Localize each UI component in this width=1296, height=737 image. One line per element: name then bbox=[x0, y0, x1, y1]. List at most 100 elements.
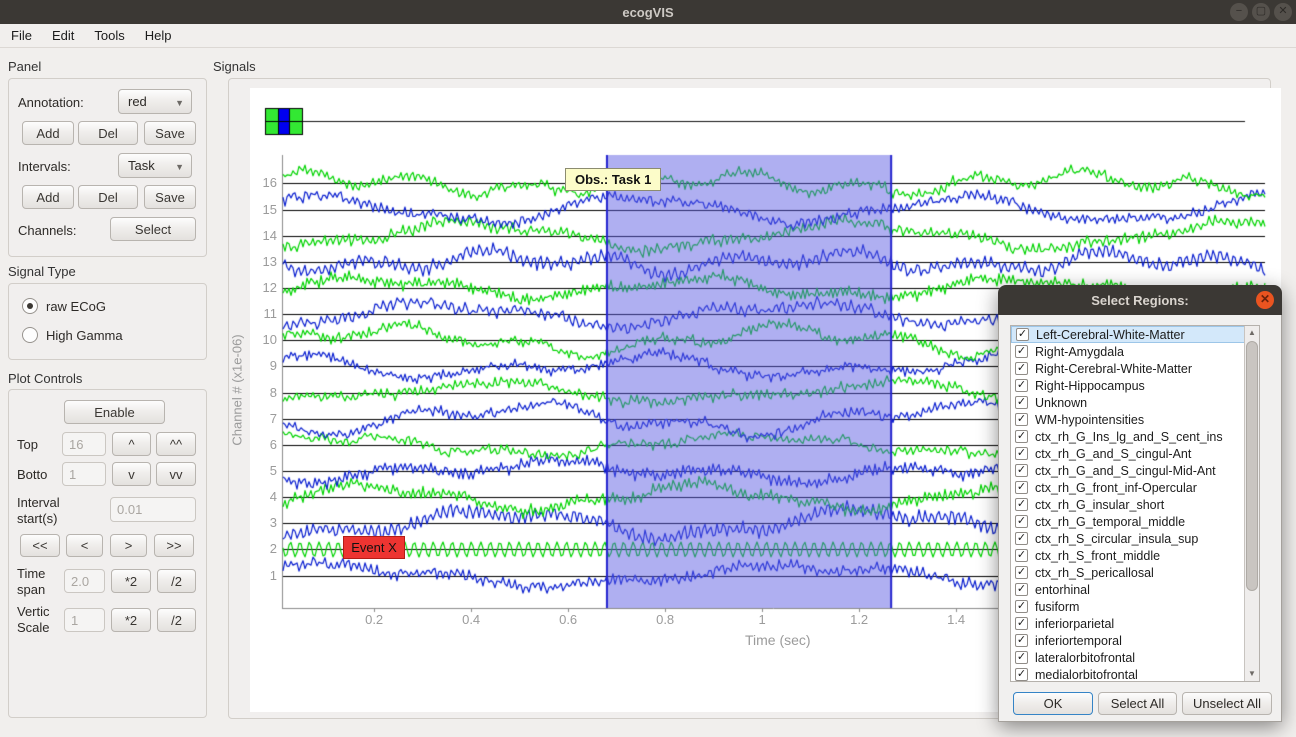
radio-high-gamma[interactable] bbox=[22, 327, 38, 343]
region-list-item[interactable]: ✓Right-Cerebral-White-Matter bbox=[1011, 360, 1259, 377]
region-list-item[interactable]: ✓ ctx_rh_G_and_S_cingul-Mid-Ant bbox=[1011, 462, 1259, 479]
checkbox-icon[interactable]: ✓ bbox=[1016, 328, 1029, 341]
unselect-all-button[interactable]: Unselect All bbox=[1182, 692, 1272, 715]
checkbox-icon[interactable]: ✓ bbox=[1015, 430, 1028, 443]
region-list-item[interactable]: ✓ lateralorbitofrontal bbox=[1011, 649, 1259, 666]
checkbox-icon[interactable]: ✓ bbox=[1015, 498, 1028, 511]
checkbox-icon[interactable]: ✓ bbox=[1015, 583, 1028, 596]
plot-controls-section-label: Plot Controls bbox=[8, 371, 82, 386]
region-list-item[interactable]: ✓ctx_rh_G_Ins_lg_and_S_cent_ins bbox=[1011, 428, 1259, 445]
checkbox-icon[interactable]: ✓ bbox=[1015, 362, 1028, 375]
region-list-item[interactable]: ✓ctx_rh_S_circular_insula_sup bbox=[1011, 530, 1259, 547]
checkbox-icon[interactable]: ✓ bbox=[1015, 600, 1028, 613]
checkbox-icon[interactable]: ✓ bbox=[1015, 634, 1028, 647]
region-name: entorhinal bbox=[1035, 583, 1090, 597]
time-span-half-button[interactable]: /2 bbox=[157, 569, 196, 593]
step-back-button[interactable]: < bbox=[66, 534, 103, 557]
region-list-item[interactable]: ✓Right-Hippocampus bbox=[1011, 377, 1259, 394]
checkbox-icon[interactable]: ✓ bbox=[1015, 481, 1028, 494]
maximize-icon[interactable]: ▢ bbox=[1252, 3, 1270, 21]
save-button[interactable]: Save bbox=[144, 121, 196, 145]
scroll-up-icon[interactable]: ▲ bbox=[1245, 326, 1259, 340]
checkbox-icon[interactable]: ✓ bbox=[1015, 464, 1028, 477]
region-name: Left-Cerebral-White-Matter bbox=[1036, 328, 1185, 342]
region-list-item[interactable]: ✓ctx_rh_G_and_S_cingul-Ant bbox=[1011, 445, 1259, 462]
region-name: ctx_rh_G_temporal_middle bbox=[1035, 515, 1185, 529]
region-name: ctx_rh_G_and_S_cingul-Mid-Ant bbox=[1035, 464, 1216, 478]
checkbox-icon[interactable]: ✓ bbox=[1015, 345, 1028, 358]
dialog-titlebar[interactable]: Select Regions: ✕ bbox=[998, 285, 1282, 315]
channel-up-page-button[interactable]: ^^ bbox=[156, 432, 196, 456]
channel-up-button[interactable]: ^ bbox=[112, 432, 151, 456]
region-list-item[interactable]: ✓ entorhinal bbox=[1011, 581, 1259, 598]
y-tick-label: 12 bbox=[247, 280, 277, 295]
step-forward-button[interactable]: > bbox=[110, 534, 147, 557]
checkbox-icon[interactable]: ✓ bbox=[1015, 532, 1028, 545]
add-button[interactable]: Add bbox=[22, 185, 74, 209]
add-button[interactable]: Add bbox=[22, 121, 74, 145]
region-list-item[interactable]: ✓ ctx_rh_G_temporal_middle bbox=[1011, 513, 1259, 530]
checkbox-icon[interactable]: ✓ bbox=[1015, 379, 1028, 392]
region-list-item[interactable]: ✓Unknown bbox=[1011, 394, 1259, 411]
time-span-double-button[interactable]: *2 bbox=[111, 569, 151, 593]
region-list-item[interactable]: ✓Right-Amygdala bbox=[1011, 343, 1259, 360]
page-forward-button[interactable]: >> bbox=[154, 534, 194, 557]
ok-button[interactable]: OK bbox=[1013, 692, 1093, 715]
interval-start-input[interactable]: 0.01 bbox=[110, 497, 196, 522]
top-input[interactable]: 16 bbox=[62, 432, 106, 456]
region-list-item[interactable]: ✓ctx_rh_G_insular_short bbox=[1011, 496, 1259, 513]
minimize-icon[interactable]: − bbox=[1230, 3, 1248, 21]
region-name: WM-hypointensities bbox=[1035, 413, 1144, 427]
region-name: lateralorbitofrontal bbox=[1035, 651, 1135, 665]
region-list-item[interactable]: ✓inferiorparietal bbox=[1011, 615, 1259, 632]
radio-raw-ecog[interactable] bbox=[22, 298, 38, 314]
annotation-combobox[interactable]: red ▼ bbox=[118, 89, 192, 114]
y-tick-label: 15 bbox=[247, 202, 277, 217]
page-back-button[interactable]: << bbox=[20, 534, 60, 557]
channel-down-page-button[interactable]: vv bbox=[156, 462, 196, 486]
channel-down-button[interactable]: v bbox=[112, 462, 151, 486]
event-annotation[interactable]: Event X bbox=[343, 536, 405, 559]
checkbox-icon[interactable]: ✓ bbox=[1015, 668, 1028, 681]
save-button[interactable]: Save bbox=[144, 185, 196, 209]
region-list-item[interactable]: ✓fusiform bbox=[1011, 598, 1259, 615]
region-list-item[interactable]: ✓ Left-Cerebral-White-Matter bbox=[1011, 326, 1259, 343]
region-list-item[interactable]: ✓ctx_rh_S_front_middle bbox=[1011, 547, 1259, 564]
vertical-scale-input[interactable]: 1 bbox=[64, 608, 105, 632]
channels-select-button[interactable]: Select bbox=[110, 217, 196, 241]
close-icon[interactable]: ✕ bbox=[1274, 3, 1292, 21]
menubar: FileEditToolsHelp bbox=[0, 24, 1296, 48]
vertical-scale-half-button[interactable]: /2 bbox=[157, 608, 196, 632]
time-span-input[interactable]: 2.0 bbox=[64, 569, 105, 593]
region-list-item[interactable]: ✓inferiortemporal bbox=[1011, 632, 1259, 649]
region-list-item[interactable]: ✓ WM-hypointensities bbox=[1011, 411, 1259, 428]
menu-item-file[interactable]: File bbox=[2, 25, 41, 46]
checkbox-icon[interactable]: ✓ bbox=[1015, 617, 1028, 630]
list-scrollbar[interactable]: ▲ ▼ bbox=[1244, 326, 1259, 681]
intervals-combobox[interactable]: Task ▼ bbox=[118, 153, 192, 178]
menu-item-edit[interactable]: Edit bbox=[43, 25, 83, 46]
scroll-down-icon[interactable]: ▼ bbox=[1245, 667, 1259, 681]
checkbox-icon[interactable]: ✓ bbox=[1015, 413, 1028, 426]
dialog-close-icon[interactable]: ✕ bbox=[1256, 291, 1274, 309]
region-list-item[interactable]: ✓ctx_rh_S_pericallosal bbox=[1011, 564, 1259, 581]
select-all-button[interactable]: Select All bbox=[1098, 692, 1177, 715]
checkbox-icon[interactable]: ✓ bbox=[1015, 566, 1028, 579]
checkbox-icon[interactable]: ✓ bbox=[1015, 651, 1028, 664]
dialog-body: ✓ Left-Cerebral-White-Matter✓Right-Amygda… bbox=[998, 315, 1282, 722]
menu-item-help[interactable]: Help bbox=[136, 25, 181, 46]
checkbox-icon[interactable]: ✓ bbox=[1015, 549, 1028, 562]
menu-item-tools[interactable]: Tools bbox=[85, 25, 133, 46]
checkbox-icon[interactable]: ✓ bbox=[1015, 447, 1028, 460]
del-button[interactable]: Del bbox=[78, 121, 138, 145]
scroll-thumb[interactable] bbox=[1246, 341, 1258, 591]
vertical-scale-double-button[interactable]: *2 bbox=[111, 608, 151, 632]
titlebar[interactable]: ecogVIS − ▢ ✕ bbox=[0, 0, 1296, 24]
checkbox-icon[interactable]: ✓ bbox=[1015, 396, 1028, 409]
region-list-item[interactable]: ✓medialorbitofrontal bbox=[1011, 666, 1259, 682]
region-list-item[interactable]: ✓ctx_rh_G_front_inf-Opercular bbox=[1011, 479, 1259, 496]
bottom-input[interactable]: 1 bbox=[62, 462, 106, 486]
checkbox-icon[interactable]: ✓ bbox=[1015, 515, 1028, 528]
del-button[interactable]: Del bbox=[78, 185, 138, 209]
enable-button[interactable]: Enable bbox=[64, 400, 165, 424]
